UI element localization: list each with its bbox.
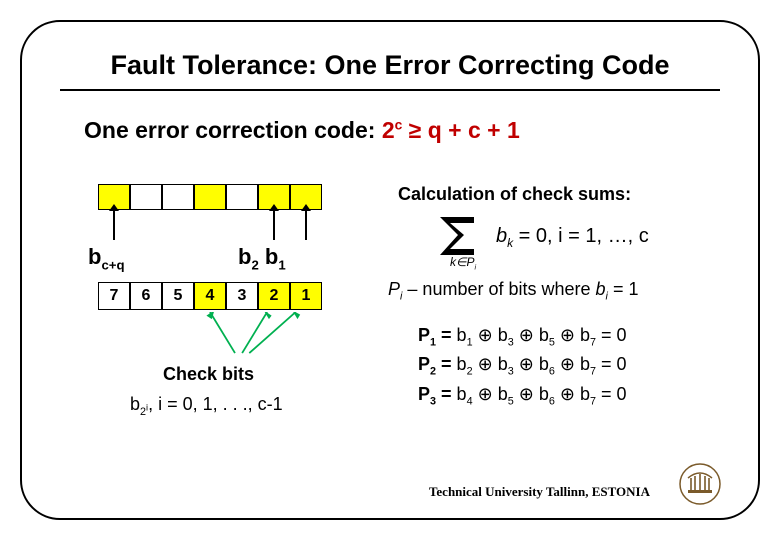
label-bcq-sub: c+q [101, 257, 124, 272]
peq-i: 2 [430, 366, 436, 378]
bit-cell: 5 [162, 282, 194, 310]
top-bitstrip [98, 184, 378, 210]
strip-cell [162, 184, 194, 210]
arrow-up-icon [113, 210, 115, 240]
footer-text: Technical University Tallinn, ESTONIA [429, 484, 650, 500]
sigma-eq: = 0, i = 1, …, c [513, 225, 649, 247]
peq-P: P [418, 384, 430, 404]
peq-i: 1 [430, 336, 436, 348]
slide-title: Fault Tolerance: One Error Correcting Co… [58, 50, 722, 81]
right-column: Calculation of check sums: k∈Pi bk = 0, … [398, 184, 758, 413]
parity-eq: P3 = b4 ⊕ b5 ⊕ b6 ⊕ b7 = 0 [418, 384, 758, 408]
content-area: bc+q b2 b1 7 6 5 4 3 2 1 [58, 184, 722, 484]
peq-t: 5 [549, 336, 555, 348]
title-underline [60, 89, 720, 91]
slide-frame: Fault Tolerance: One Error Correcting Co… [20, 20, 760, 520]
pi-rest: – number of bits where [402, 279, 595, 299]
label-b2-base: b [238, 244, 251, 269]
arrow-up-icon [305, 210, 307, 240]
strip-cell [194, 184, 226, 210]
bit-cell: 7 [98, 282, 130, 310]
bit-cell: 1 [290, 282, 322, 310]
subtitle-prefix: One error correction code: [84, 117, 382, 143]
check-bits-label: Check bits [163, 364, 254, 385]
formula-rest: ≥ q + c + 1 [402, 117, 519, 143]
strip-cell [130, 184, 162, 210]
label-b2-sub: 2 [251, 257, 258, 272]
peq-P: P [418, 354, 430, 374]
power-of-two-label: b2i, i = 0, 1, . . ., c-1 [130, 394, 283, 418]
sigma-formula: k∈Pi bk = 0, i = 1, …, c [434, 211, 758, 263]
university-logo-icon [678, 462, 722, 506]
peq-t: 7 [590, 366, 596, 378]
label-bcq-base: b [88, 244, 101, 269]
pow-rest: , i = 0, 1, . . ., c-1 [148, 394, 283, 414]
left-column: bc+q b2 b1 7 6 5 4 3 2 1 [68, 184, 378, 310]
peq-t: 5 [508, 395, 514, 407]
label-b1-sub: 1 [278, 257, 285, 272]
label-b2b1: b2 b1 [238, 244, 286, 272]
peq-t: 6 [549, 395, 555, 407]
peq-t: 2 [467, 366, 473, 378]
pi-tail: = 1 [608, 279, 639, 299]
formula-base: 2 [382, 117, 395, 143]
peq-t: 1 [467, 336, 473, 348]
peq-t: 4 [467, 395, 473, 407]
bit-cell: 4 [194, 282, 226, 310]
peq-t: 6 [549, 366, 555, 378]
pi-b: b [596, 279, 606, 299]
peq-t: 7 [590, 395, 596, 407]
bit-cell: 3 [226, 282, 258, 310]
peq-i: 3 [430, 395, 436, 407]
parity-eq: P2 = b2 ⊕ b3 ⊕ b6 ⊕ b7 = 0 [418, 354, 758, 378]
bit-cell: 2 [258, 282, 290, 310]
subtitle: One error correction code: 2c ≥ q + c + … [84, 117, 722, 144]
parity-eq: P1 = b1 ⊕ b3 ⊕ b5 ⊕ b7 = 0 [418, 325, 758, 349]
label-b1-base: b [265, 244, 278, 269]
pi-P: P [388, 279, 400, 299]
peq-t: 3 [508, 336, 514, 348]
arrow-up-icon [273, 210, 275, 240]
check-lines-svg [98, 312, 322, 362]
label-bcq: bc+q [88, 244, 125, 272]
peq-t: 3 [508, 366, 514, 378]
bit-cell: 6 [130, 282, 162, 310]
peq-P: P [418, 325, 430, 345]
calc-heading: Calculation of check sums: [398, 184, 758, 205]
parity-equations: P1 = b1 ⊕ b3 ⊕ b5 ⊕ b7 = 0 P2 = b2 ⊕ b3 … [418, 325, 758, 408]
sigma-sub-i: i [474, 262, 476, 271]
bit-labels-row: b c+q b2 b1 [98, 244, 378, 272]
pow-base: b [130, 394, 140, 414]
peq-t: 7 [590, 336, 596, 348]
sigma-sub-k: k∈P [450, 255, 474, 269]
sigma-bk: b [496, 225, 507, 247]
numbered-bitstrip: 7 6 5 4 3 2 1 [98, 282, 378, 310]
strip-cell [226, 184, 258, 210]
pi-note: Pi – number of bits where bi = 1 [388, 279, 758, 303]
